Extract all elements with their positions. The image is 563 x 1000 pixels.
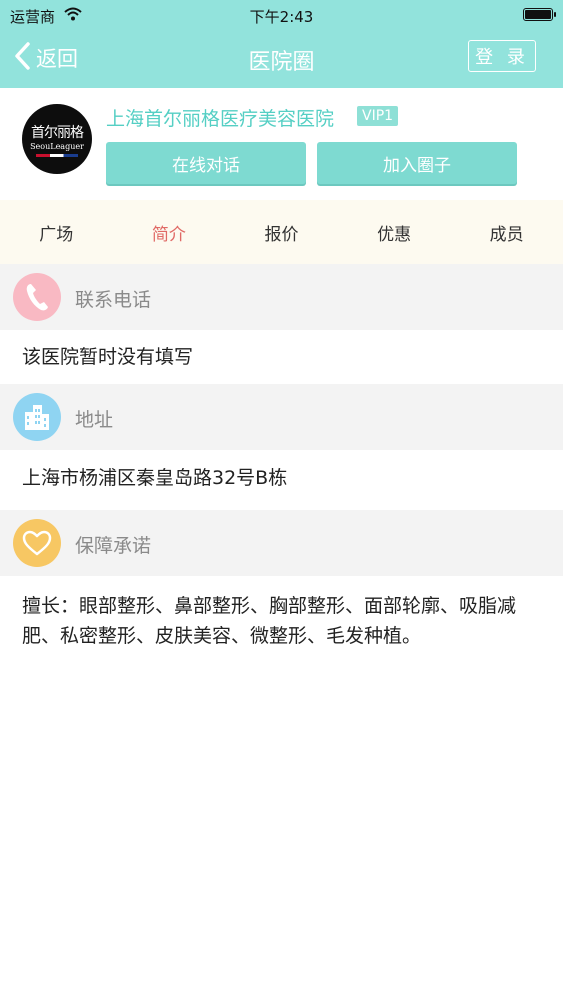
tab-plaza[interactable]: 广场 [0,200,113,264]
phone-section-title: 联系电话 [75,289,152,311]
nav-bar: 返回 医院圈 登 录 [0,30,563,88]
tab-intro[interactable]: 简介 [113,200,226,264]
phone-section-body: 该医院暂时没有填写 [0,330,563,384]
address-section-body: 上海市杨浦区秦皇岛路32号B栋 [0,450,563,510]
hospital-logo: 首尔丽格 SeouLeaguer [22,104,92,174]
phone-icon [13,273,61,321]
tab-members[interactable]: 成员 [450,200,563,264]
status-time: 下午2:43 [249,8,314,26]
logo-flag-stripe [36,154,78,157]
guarantee-value: 擅长：眼部整形、鼻部整形、胸部整形、面部轮廓、吸脂减肥、私密整形、皮肤美容、微整… [22,595,517,647]
heart-icon [13,519,61,567]
status-bar: 运营商 下午2:43 [0,0,563,30]
tab-prices[interactable]: 报价 [225,200,338,264]
address-section-header: 地址 [0,384,563,450]
vip-badge: VIP1 [357,106,399,126]
phone-section-header: 联系电话 [0,264,563,330]
online-chat-button[interactable]: 在线对话 [106,142,306,184]
address-section-title: 地址 [75,409,114,431]
login-button[interactable]: 登 录 [468,40,536,72]
guarantee-section-title: 保障承诺 [75,535,152,557]
logo-text-en: SeouLeaguer [30,142,84,151]
phone-value: 该医院暂时没有填写 [22,346,194,368]
tab-bar: 广场 简介 报价 优惠 成员 [0,200,563,264]
logo-text-cn: 首尔丽格 [31,125,84,141]
battery-icon [523,8,556,21]
guarantee-section-header: 保障承诺 [0,510,563,576]
address-value: 上海市杨浦区秦皇岛路32号B栋 [22,467,288,489]
tab-offers[interactable]: 优惠 [338,200,451,264]
join-circle-button[interactable]: 加入圈子 [317,142,517,184]
guarantee-section-body: 擅长：眼部整形、鼻部整形、胸部整形、面部轮廓、吸脂减肥、私密整形、皮肤美容、微整… [0,576,563,666]
hospital-name: 上海首尔丽格医疗美容医院 [106,108,335,130]
building-icon [13,393,61,441]
hospital-header: 首尔丽格 SeouLeaguer 上海首尔丽格医疗美容医院 VIP1 在线对话 … [0,88,563,200]
